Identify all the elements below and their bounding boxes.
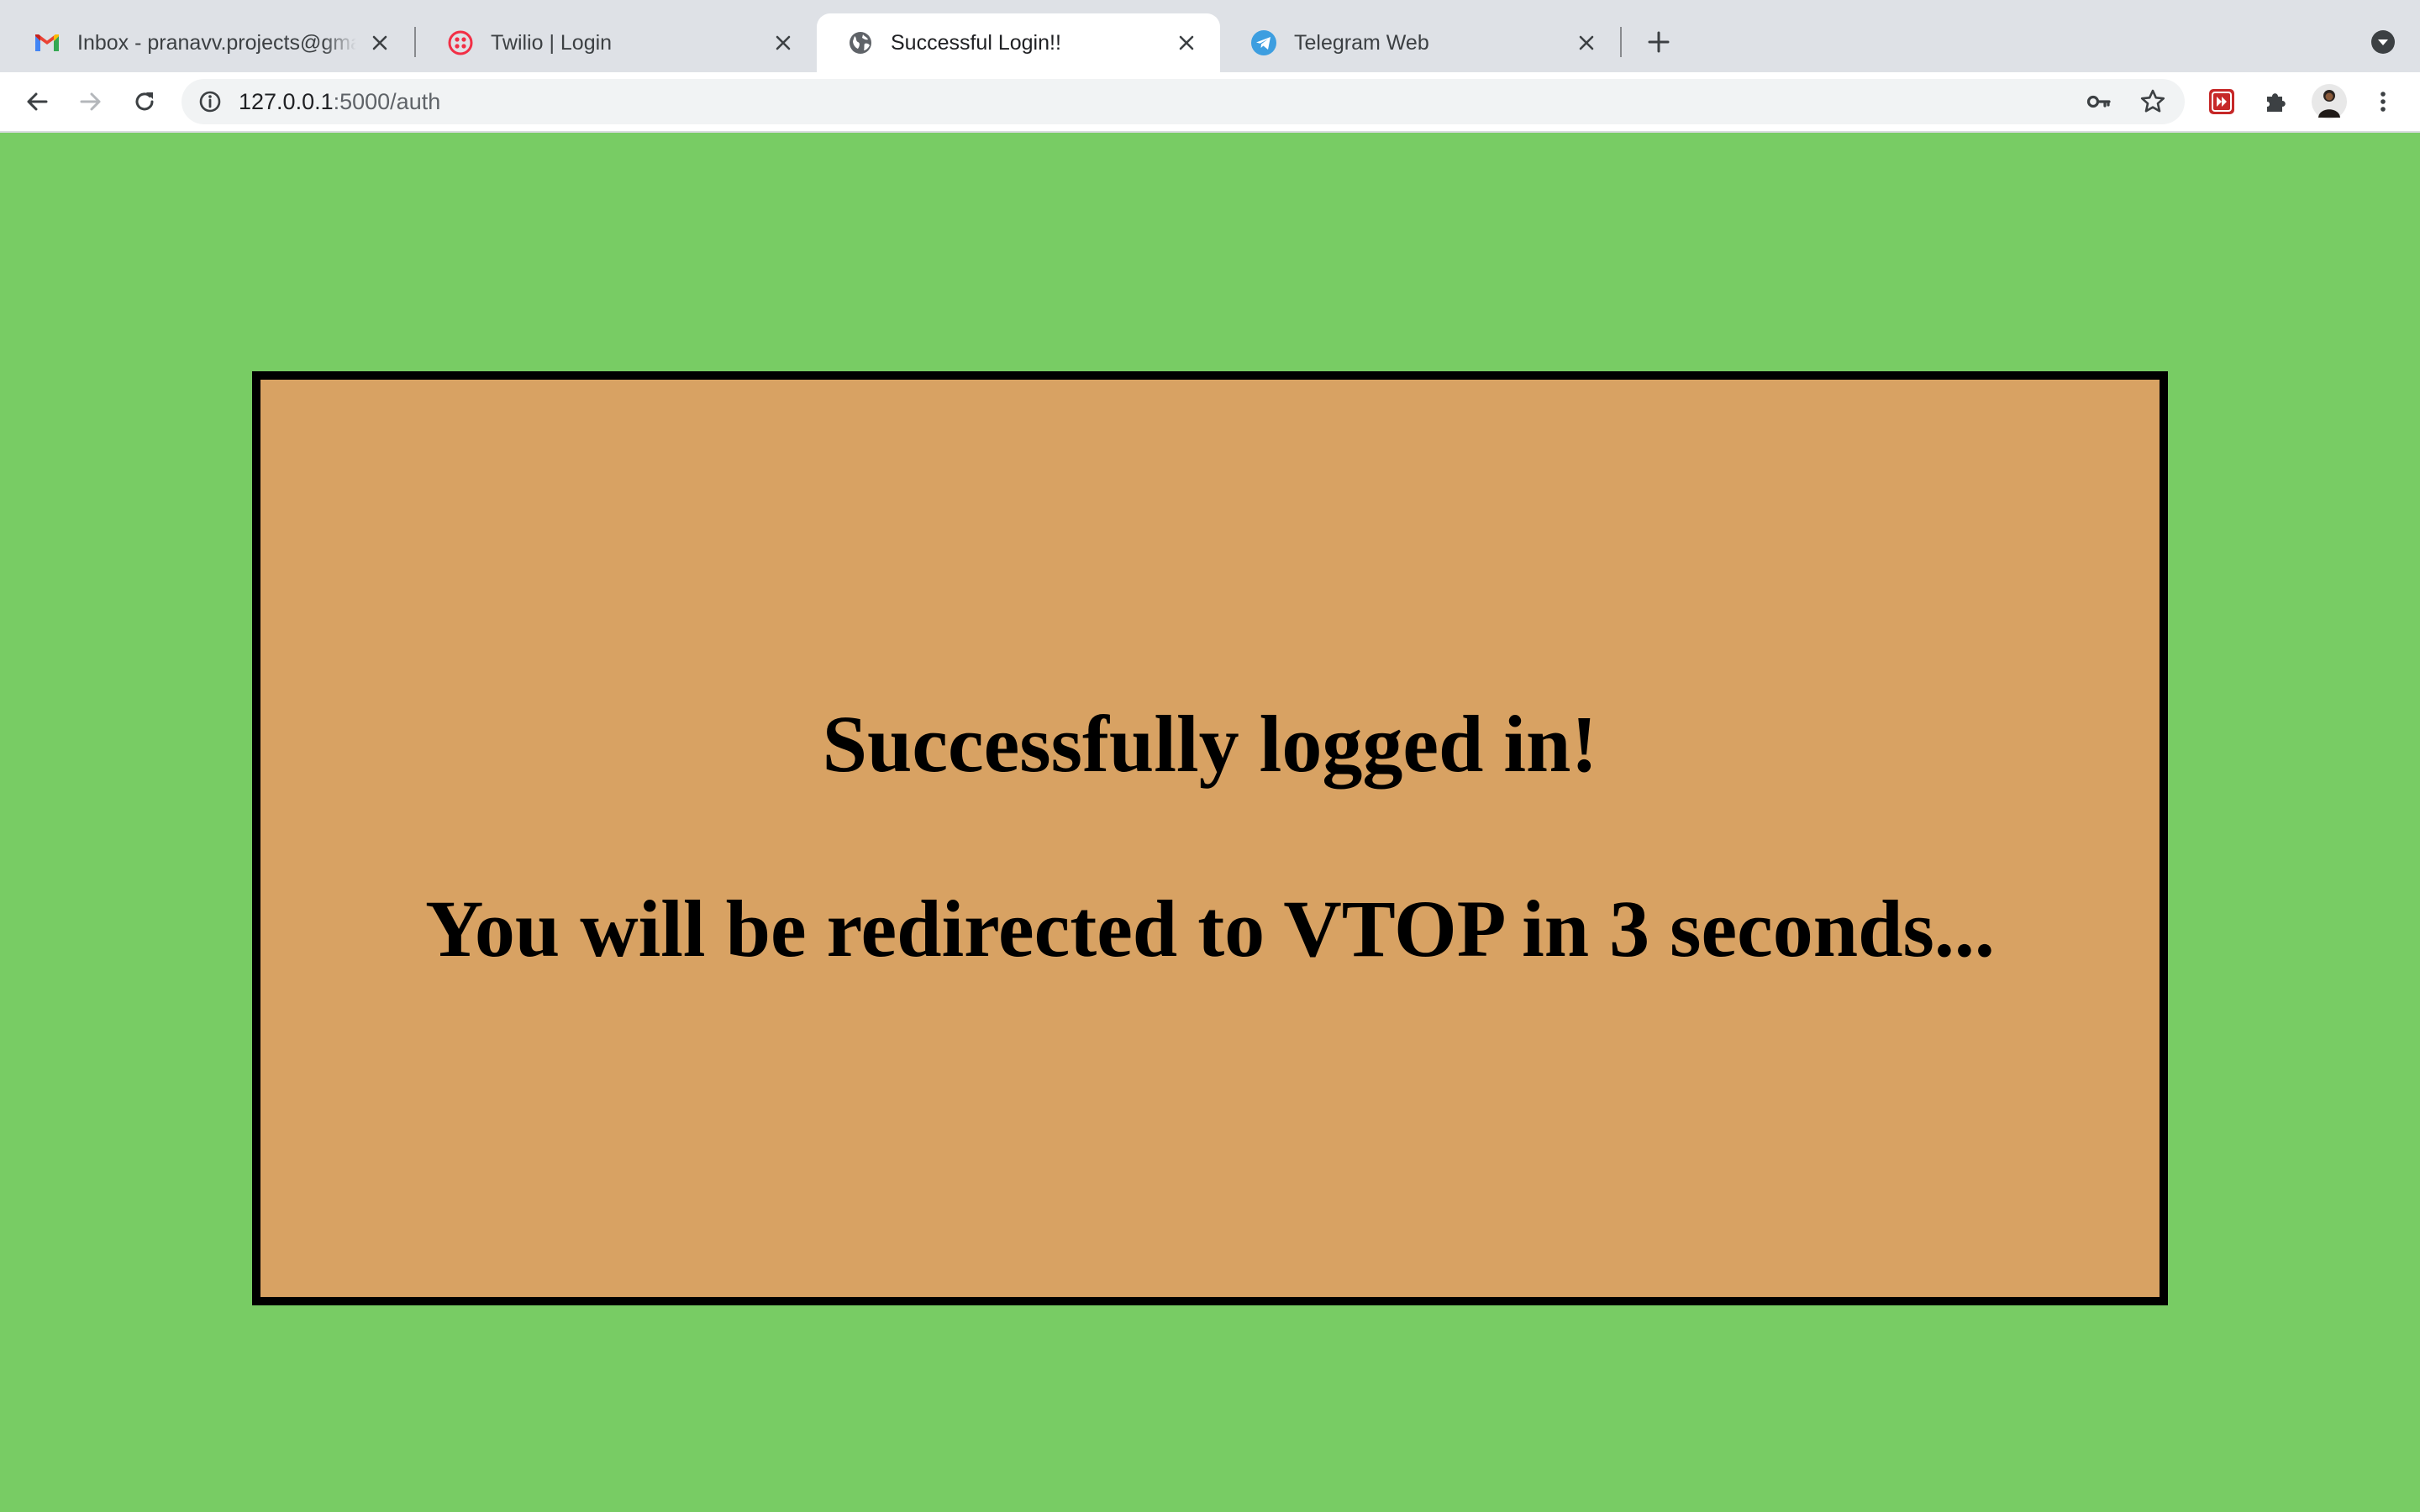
star-icon[interactable] [2139, 88, 2166, 115]
tab-title: Inbox - pranavv.projects@gmail.com [77, 30, 356, 55]
back-button[interactable] [15, 80, 59, 123]
close-tab-icon[interactable] [1573, 29, 1600, 56]
gmail-icon [34, 29, 60, 56]
url-path: :5000/auth [333, 89, 441, 114]
info-icon[interactable] [197, 88, 224, 115]
close-tab-icon[interactable] [770, 29, 797, 56]
puzzle-icon [2267, 93, 2286, 112]
reload-button[interactable] [123, 80, 166, 123]
reload-icon [135, 92, 154, 111]
tab-separator [414, 27, 416, 57]
tab-strip: Inbox - pranavv.projects@gmail.com Twili… [0, 0, 2420, 72]
toolbar-divider [0, 131, 2420, 133]
key-icon[interactable] [2086, 88, 2112, 115]
tab-search-button[interactable] [2361, 20, 2405, 64]
more-vert-icon [2381, 92, 2386, 112]
tab-separator [1620, 27, 1622, 57]
telegram-icon [1250, 29, 1277, 56]
close-tab-icon[interactable] [1173, 29, 1200, 56]
new-tab-button[interactable] [1637, 20, 1681, 64]
close-tab-icon[interactable] [366, 29, 393, 56]
profile-button[interactable] [2307, 80, 2351, 123]
tab-successful-login[interactable]: Successful Login!! [817, 13, 1220, 72]
arrow-left-icon [27, 92, 48, 111]
forward-button[interactable] [69, 80, 113, 123]
redirect-message: You will be redirected to VTOP in 3 seco… [425, 884, 1995, 974]
url-text[interactable]: 127.0.0.1:5000/auth [239, 79, 440, 124]
address-bar[interactable]: 127.0.0.1:5000/auth [182, 79, 2185, 124]
tab-telegram-web[interactable]: Telegram Web [1220, 13, 1620, 72]
plus-icon [1648, 31, 1670, 53]
extension-button[interactable] [2200, 80, 2244, 123]
tab-inbox[interactable]: Inbox - pranavv.projects@gmail.com [3, 13, 413, 72]
tab-title: Successful Login!! [891, 30, 1061, 55]
tab-twilio-login[interactable]: Twilio | Login [417, 13, 817, 72]
success-card: Successfully logged in! You will be redi… [252, 371, 2168, 1305]
menu-button[interactable] [2361, 80, 2405, 123]
chevron-down-icon [2371, 30, 2395, 54]
globe-icon [847, 29, 874, 56]
extensions-button[interactable] [2254, 80, 2297, 123]
tab-title: Twilio | Login [491, 30, 613, 55]
avatar [2312, 84, 2347, 119]
media-extension-icon [2209, 89, 2234, 114]
success-heading: Successfully logged in! [822, 699, 1598, 789]
arrow-right-icon [80, 92, 101, 111]
tab-title: Telegram Web [1294, 30, 1429, 55]
url-host: 127.0.0.1 [239, 89, 334, 114]
browser-toolbar: 127.0.0.1:5000/auth [0, 72, 2420, 131]
twilio-icon [447, 29, 474, 56]
